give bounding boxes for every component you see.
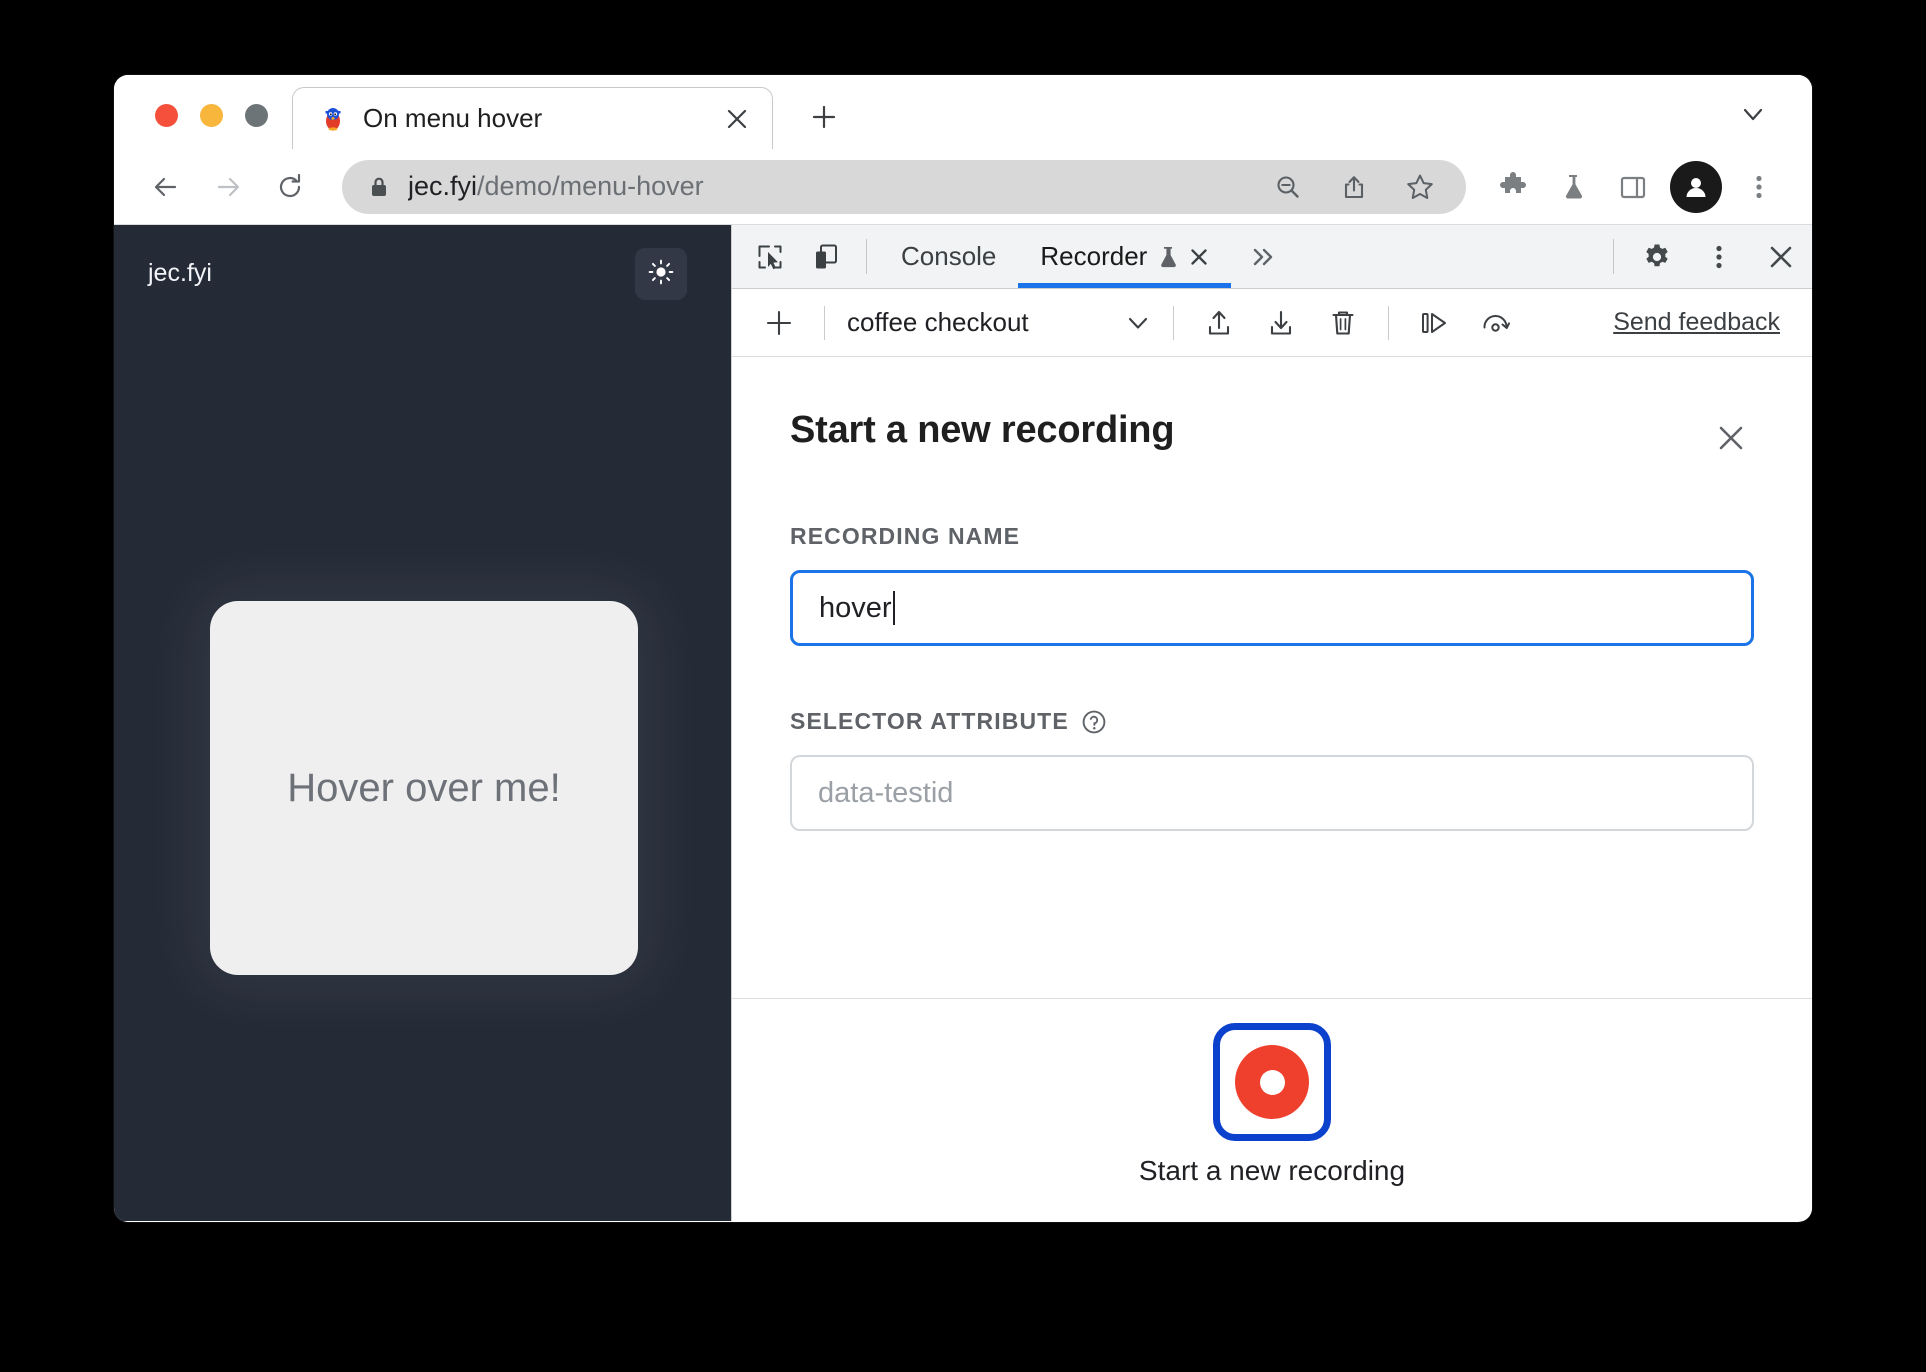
record-icon-center (1259, 1069, 1285, 1095)
tab-console[interactable]: Console (879, 225, 1018, 288)
sun-icon (648, 259, 674, 290)
penguin-favicon (319, 105, 347, 133)
maximize-window-button[interactable] (245, 104, 268, 127)
devtools-more-button[interactable] (1688, 225, 1750, 288)
form-title: Start a new recording (790, 409, 1175, 451)
tab-bar-divider-right (1613, 239, 1614, 274)
form-header: Start a new recording (790, 409, 1754, 461)
lock-icon (368, 175, 390, 199)
tab-recorder-label: Recorder (1040, 241, 1148, 271)
web-page: jec.fyi Hover over me! (114, 225, 731, 1221)
minimize-window-button[interactable] (200, 104, 223, 127)
chevron-down-icon (1125, 313, 1151, 333)
page-brand[interactable]: jec.fyi (148, 259, 212, 288)
zoom-out-icon[interactable] (1264, 163, 1312, 211)
tab-bar-spacer (1295, 225, 1601, 288)
form-close-button[interactable] (1708, 415, 1754, 461)
gear-icon[interactable] (1626, 225, 1688, 288)
recording-selector-label: coffee checkout (847, 307, 1029, 337)
flask-icon[interactable] (1546, 160, 1600, 214)
recorder-toolbar: coffee checkout Send feedback (732, 289, 1812, 357)
recording-name-label-text: RECORDING NAME (790, 523, 1021, 549)
help-icon[interactable] (1081, 709, 1107, 735)
hover-target-card[interactable]: Hover over me! (210, 601, 638, 975)
recording-selector[interactable]: coffee checkout (839, 307, 1159, 338)
step-replay-icon[interactable] (1403, 295, 1465, 351)
tab-close-button[interactable] (720, 102, 754, 136)
toolbar-divider-3 (1388, 305, 1389, 340)
side-panel-icon[interactable] (1606, 160, 1660, 214)
recording-name-label: RECORDING NAME (790, 523, 1754, 550)
address-bar[interactable]: jec.fyi/demo/menu-hover (342, 159, 1466, 214)
start-recording-button[interactable] (1213, 1023, 1331, 1141)
export-icon[interactable] (1188, 295, 1250, 351)
experimental-flask-icon (1157, 245, 1179, 269)
theme-toggle-button[interactable] (635, 248, 687, 300)
recording-name-input[interactable]: hover (790, 570, 1754, 646)
hover-target-label: Hover over me! (287, 765, 561, 810)
close-window-button[interactable] (155, 104, 178, 127)
new-recording-form: Start a new recording RECORDING NAME hov… (732, 357, 1812, 1221)
browser-window: On menu hover jec.fyi/demo/menu-hover je… (114, 75, 1812, 1222)
url-path: /demo/menu-hover (477, 171, 704, 201)
tab-overflow-button[interactable] (1231, 225, 1295, 288)
tab-strip: On menu hover (114, 75, 1812, 149)
url-domain: jec.fyi (408, 171, 478, 201)
browser-tab[interactable]: On menu hover (292, 87, 773, 149)
puzzle-icon[interactable] (1486, 160, 1540, 214)
selector-attribute-placeholder: data-testid (818, 776, 954, 809)
toolbar-divider-2 (1173, 305, 1174, 340)
selector-attribute-input[interactable]: data-testid (790, 755, 1754, 831)
tab-bar-divider (866, 239, 867, 274)
inspect-element-icon[interactable] (742, 225, 798, 288)
address-bar-url: jec.fyi/demo/menu-hover (408, 171, 1246, 202)
tab-console-label: Console (901, 241, 997, 271)
browser-toolbar: jec.fyi/demo/menu-hover (114, 149, 1812, 225)
tab-recorder[interactable]: Recorder (1018, 225, 1232, 288)
tab-recorder-close-icon[interactable] (1189, 247, 1209, 267)
form-footer: Start a new recording (732, 998, 1812, 1221)
selector-attribute-label-text: SELECTOR ATTRIBUTE (790, 708, 1069, 734)
star-icon[interactable] (1396, 163, 1444, 211)
avatar[interactable] (1670, 160, 1722, 213)
new-tab-button[interactable] (795, 88, 853, 146)
devtools-panel: Console Recorder coffee checkout Send fe… (731, 225, 1812, 1221)
devtools-tab-bar: Console Recorder (732, 225, 1812, 289)
import-icon[interactable] (1250, 295, 1312, 351)
share-icon[interactable] (1330, 163, 1378, 211)
toolbar-divider-1 (824, 305, 825, 340)
back-button[interactable] (138, 159, 194, 215)
window-controls (114, 104, 292, 149)
start-recording-caption: Start a new recording (1138, 1155, 1406, 1186)
trash-icon[interactable] (1312, 295, 1374, 351)
add-recording-button[interactable] (748, 295, 810, 351)
tab-search-chevron-down-icon[interactable] (1724, 85, 1782, 143)
recording-name-value: hover (819, 591, 892, 624)
performance-replay-icon[interactable] (1465, 295, 1527, 351)
text-caret (892, 591, 895, 625)
send-feedback-link[interactable]: Send feedback (1613, 308, 1794, 337)
record-icon (1235, 1045, 1309, 1119)
devtools-close-button[interactable] (1750, 225, 1812, 288)
selector-attribute-label: SELECTOR ATTRIBUTE (790, 708, 1754, 735)
viewport: jec.fyi Hover over me! Console Recorder … (114, 225, 1812, 1221)
forward-button[interactable] (200, 159, 256, 215)
tab-title: On menu hover (363, 103, 543, 133)
device-toolbar-icon[interactable] (798, 225, 854, 288)
browser-menu-button[interactable] (1732, 160, 1786, 214)
reload-button[interactable] (262, 159, 318, 215)
